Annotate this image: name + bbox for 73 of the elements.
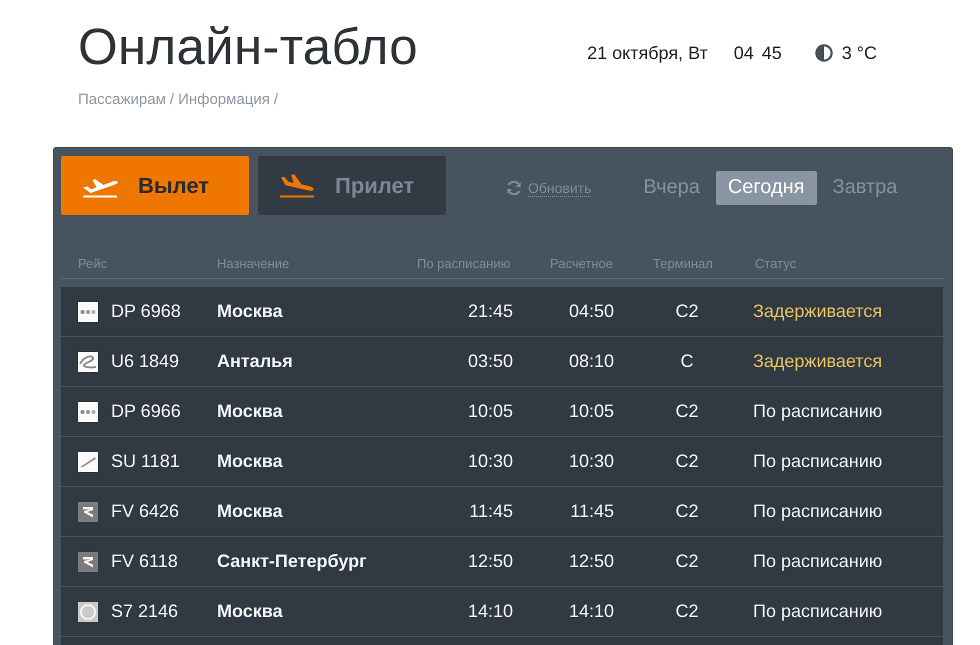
breadcrumb-separator: / bbox=[274, 91, 278, 109]
destination: Москва bbox=[217, 301, 283, 322]
column-header: По расписанию bbox=[417, 256, 510, 271]
scheduled-time: 12:50 bbox=[468, 551, 513, 572]
refresh-link[interactable]: Обновить bbox=[506, 180, 592, 196]
destination: Москва bbox=[217, 501, 283, 522]
scheduled-time: 14:10 bbox=[468, 601, 513, 622]
flight-number: FV 6118 bbox=[111, 551, 178, 572]
terminal: C bbox=[680, 351, 694, 372]
terminal: C2 bbox=[675, 401, 698, 422]
day-tab[interactable]: Вчера bbox=[631, 170, 712, 204]
estimated-time: 08:10 bbox=[568, 351, 614, 372]
estimated-time: 10:30 bbox=[568, 451, 614, 472]
clock-minutes: 45 bbox=[762, 42, 782, 64]
half-moon-icon bbox=[814, 44, 833, 62]
flight-number: DP 6968 bbox=[111, 301, 181, 322]
date-text: 21 октября, Вт bbox=[587, 42, 708, 64]
column-header: Рейс bbox=[78, 256, 108, 271]
plane-landing-icon bbox=[277, 174, 317, 198]
breadcrumb-separator: / bbox=[170, 91, 174, 109]
estimated-time: 04:50 bbox=[568, 301, 614, 322]
breadcrumb-link[interactable]: Информация bbox=[178, 91, 270, 109]
scheduled-time: 10:30 bbox=[468, 451, 513, 472]
clock-hours: 04 bbox=[734, 42, 754, 64]
scheduled-time: 21:45 bbox=[468, 301, 513, 322]
flight-number: SU 1181 bbox=[111, 451, 180, 472]
estimated-time: 11:45 bbox=[570, 501, 614, 522]
column-header: Назначение bbox=[217, 256, 290, 271]
column-header: Расчетное bbox=[550, 256, 613, 271]
wing-logo-icon bbox=[78, 452, 98, 472]
destination: Москва bbox=[217, 601, 283, 622]
day-tab[interactable]: Сегодня bbox=[716, 170, 817, 204]
flight-status: По расписанию bbox=[753, 501, 882, 522]
chevron-logo-icon bbox=[78, 502, 98, 522]
ring-logo-icon bbox=[78, 602, 98, 622]
flight-status: По расписанию bbox=[753, 401, 882, 422]
day-tab[interactable]: Завтра bbox=[820, 170, 910, 204]
breadcrumb-link[interactable]: Пассажирам bbox=[78, 91, 166, 109]
column-header: Терминал bbox=[653, 256, 713, 271]
scheduled-time: 10:05 bbox=[468, 401, 513, 422]
chevron-logo-icon bbox=[78, 552, 98, 572]
dots-logo-icon bbox=[78, 402, 98, 422]
flight-status: Задерживается bbox=[753, 301, 882, 322]
terminal: C2 bbox=[675, 601, 698, 622]
swoosh-logo-icon bbox=[78, 352, 98, 372]
estimated-time: 10:05 bbox=[568, 401, 614, 422]
terminal: C2 bbox=[675, 451, 698, 472]
flight-number: U6 1849 bbox=[111, 351, 180, 372]
scheduled-time: 11:45 bbox=[469, 501, 513, 522]
destination: Москва bbox=[217, 401, 283, 422]
destination: Анталья bbox=[217, 351, 293, 372]
column-header: Статус bbox=[755, 256, 796, 271]
terminal: C2 bbox=[675, 501, 698, 522]
direction-tab[interactable]: Прилет bbox=[258, 156, 446, 215]
flight-number: S7 2146 bbox=[111, 601, 178, 622]
destination: Санкт-Петербург bbox=[217, 551, 367, 572]
flight-status: Задерживается bbox=[753, 351, 882, 372]
flight-status: По расписанию bbox=[753, 451, 882, 472]
estimated-time: 12:50 bbox=[568, 551, 614, 572]
terminal: C2 bbox=[675, 301, 698, 322]
dots-logo-icon bbox=[78, 302, 98, 322]
direction-tab[interactable]: Вылет bbox=[61, 156, 249, 215]
scheduled-time: 03:50 bbox=[468, 351, 513, 372]
refresh-icon bbox=[506, 180, 522, 196]
flight-number: FV 6426 bbox=[111, 501, 180, 522]
page-title: Онлайн-табло bbox=[78, 19, 418, 75]
temperature-text: 3 °C bbox=[842, 42, 877, 64]
terminal: C2 bbox=[675, 551, 698, 572]
flight-number: DP 6966 bbox=[111, 401, 181, 422]
estimated-time: 14:10 bbox=[568, 601, 614, 622]
flight-status: По расписанию bbox=[753, 601, 882, 622]
destination: Москва bbox=[217, 451, 283, 472]
flight-status: По расписанию bbox=[753, 551, 882, 572]
